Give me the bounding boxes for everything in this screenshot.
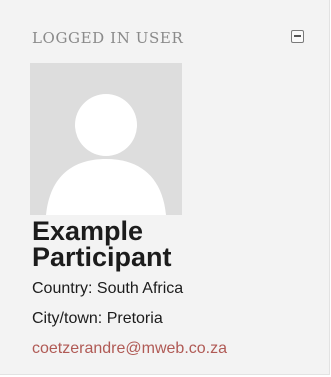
user-city: City/town: Pretoria xyxy=(32,310,163,327)
minus-square-icon xyxy=(294,35,301,37)
collapse-block-button[interactable] xyxy=(291,30,304,43)
user-avatar[interactable] xyxy=(30,63,182,215)
user-name-last: Participant xyxy=(32,242,172,272)
user-country: Country: South Africa xyxy=(32,280,184,297)
user-name-first: Example xyxy=(32,216,144,246)
logged-in-user-block: LOGGED IN USER Example Participant Count… xyxy=(0,0,330,375)
user-full-name[interactable]: Example Participant xyxy=(32,216,312,272)
block-title: LOGGED IN USER xyxy=(32,29,184,47)
default-user-avatar-icon xyxy=(30,63,182,215)
block-header: LOGGED IN USER xyxy=(32,28,315,52)
user-email-link[interactable]: coetzerandre@mweb.co.za xyxy=(32,339,227,359)
